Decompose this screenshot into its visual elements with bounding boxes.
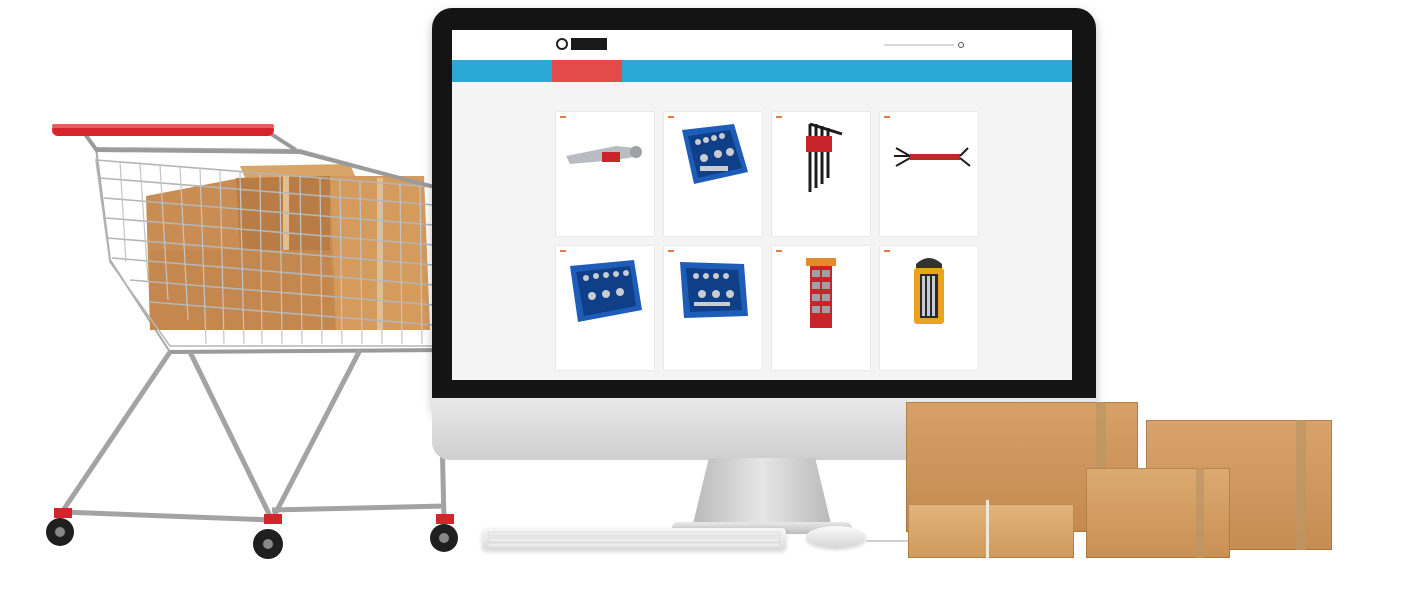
ratchet-wrench-icon <box>566 146 642 164</box>
product-card[interactable] <box>772 246 870 370</box>
shopping-cart <box>46 124 458 559</box>
site-header <box>452 30 1072 60</box>
box-right-tape <box>1296 420 1306 550</box>
discount-badge <box>668 116 674 118</box>
socket-set-case-icon <box>680 262 748 318</box>
nav-item-4[interactable] <box>754 60 814 82</box>
socket-set-case-icon <box>682 124 748 184</box>
folding-hex-key-icon <box>894 147 971 167</box>
discount-badge <box>668 250 674 252</box>
keyboard <box>482 528 786 550</box>
product-grid <box>556 112 978 370</box>
discount-badge <box>776 116 782 118</box>
box-small-tape <box>1196 468 1204 558</box>
monitor-screen <box>452 30 1072 380</box>
product-card[interactable] <box>556 246 654 370</box>
nav-item-3[interactable] <box>698 60 754 82</box>
product-card[interactable] <box>880 112 978 236</box>
discount-badge <box>776 250 782 252</box>
nav-item-2[interactable] <box>622 60 698 82</box>
main-nav <box>452 60 1072 82</box>
hex-key-set-icon <box>806 122 843 192</box>
product-card[interactable] <box>664 246 762 370</box>
bit-set-holder-icon <box>914 258 944 324</box>
product-card[interactable] <box>664 112 762 236</box>
discount-badge <box>560 116 566 118</box>
monitor-stand <box>692 458 832 528</box>
search-input[interactable] <box>884 44 954 46</box>
product-card[interactable] <box>772 112 870 236</box>
product-card[interactable] <box>556 112 654 236</box>
search-icon[interactable] <box>958 42 964 48</box>
socket-rail-icon <box>806 258 836 328</box>
box-small <box>1086 468 1230 558</box>
discount-badge <box>884 116 890 118</box>
search-bar[interactable] <box>884 40 964 50</box>
mouse <box>806 526 866 548</box>
logo-mark-icon <box>556 38 568 50</box>
site-logo[interactable] <box>556 37 607 51</box>
product-card[interactable] <box>880 246 978 370</box>
logo-wordmark <box>571 38 607 50</box>
discount-badge <box>884 250 890 252</box>
box-flat <box>908 504 1074 558</box>
box-flat-string <box>986 500 989 558</box>
discount-badge <box>560 250 566 252</box>
keyboard-keys <box>487 531 781 548</box>
ecommerce-scene <box>0 0 1405 592</box>
socket-set-case-icon <box>570 260 642 322</box>
nav-item-home[interactable] <box>552 60 622 82</box>
